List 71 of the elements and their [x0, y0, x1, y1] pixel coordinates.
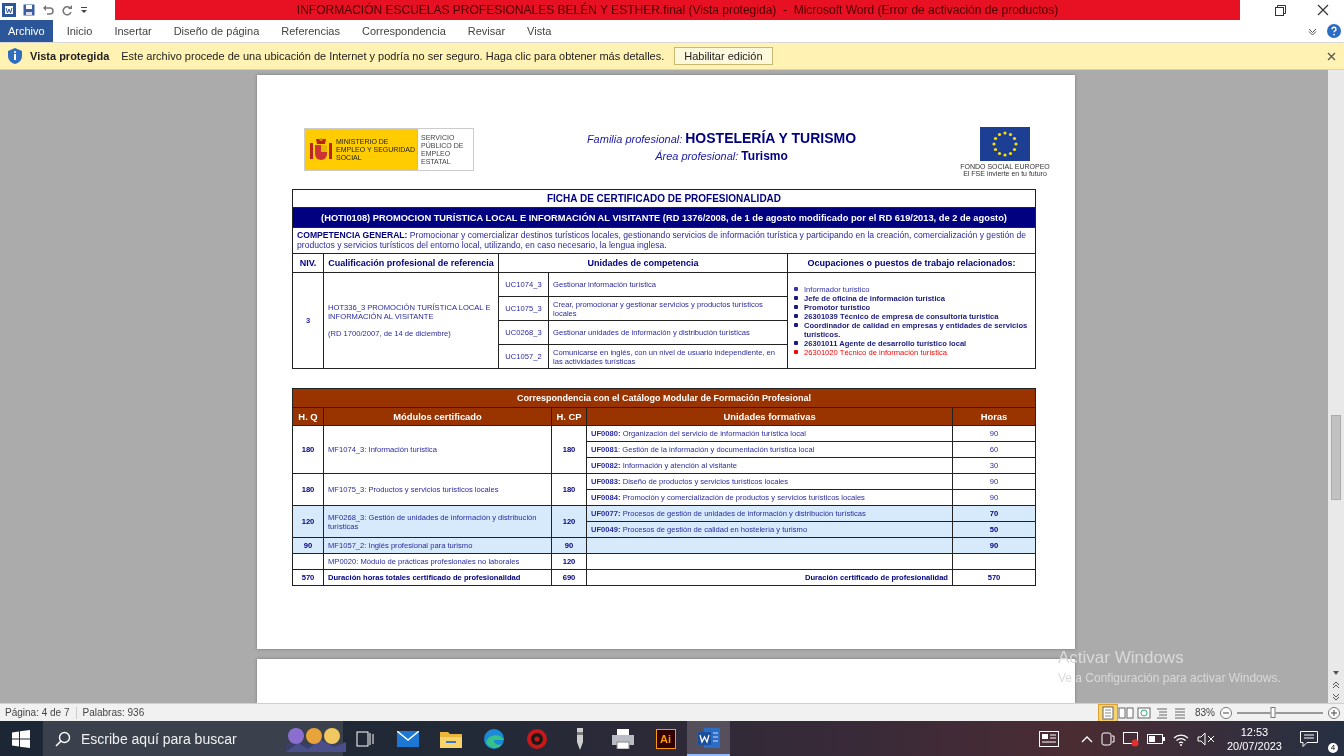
search-field[interactable]: Escribe aquí para buscar [43, 721, 343, 756]
slider-thumb[interactable] [1270, 706, 1276, 718]
scroll-thumb[interactable] [1331, 415, 1341, 500]
caret-icon[interactable] [80, 5, 88, 15]
close-icon[interactable] [1327, 51, 1336, 61]
column-header: Unidades de competencia [498, 253, 788, 273]
monitor-alert-icon[interactable] [1122, 730, 1139, 747]
protected-view-label: Vista protegida [30, 50, 110, 62]
certificate-title: (HOTI0108) PROMOCION TURÍSTICA LOCAL E INFORMACIÓN AL VISITANTE (RD 1376/2008, de 1 de agosto modificado por el RD 619/2013, de 2 de agosto) [292, 207, 1036, 228]
folder-icon[interactable] [439, 729, 462, 748]
column-header: Ocupaciones o puestos de trabajo relacionados: [787, 253, 1036, 273]
ribbon-tab[interactable]: Correspondencia [351, 20, 457, 42]
speaker-muted-icon[interactable] [1196, 731, 1215, 746]
scrollbar[interactable] [1328, 70, 1344, 703]
chevron-icon[interactable] [1308, 27, 1317, 35]
ribbon-tab[interactable]: Insertar [103, 20, 163, 42]
view-icon[interactable] [1117, 704, 1135, 721]
word-count[interactable]: Palabras: 936 [82, 707, 145, 718]
family-name: HOSTELERÍA Y TURISMO [685, 130, 857, 146]
ribbon-tab[interactable]: Referencias [270, 20, 351, 42]
notification-count: 4 [1328, 742, 1338, 753]
flag-icon [980, 127, 1030, 161]
area-label: Área profesional: [655, 150, 739, 162]
ribbon-tab[interactable]: Vista [516, 20, 563, 42]
device-icon[interactable] [1100, 730, 1115, 747]
battery-icon[interactable] [1146, 733, 1165, 744]
column-header: Cualificación profesional de referencia [323, 253, 499, 273]
family-label: Familia profesional: [586, 133, 683, 145]
notification-icon[interactable] [1300, 730, 1318, 747]
ribbon-tab[interactable]: Revisar [456, 20, 517, 42]
browser-icon[interactable] [482, 727, 505, 750]
zoom-out-icon[interactable] [1220, 706, 1232, 719]
enable-editing-button[interactable]: Habilitar edición [674, 47, 773, 65]
ribbon-tab[interactable]: Inicio [55, 20, 104, 42]
chevron-up-icon[interactable] [1080, 734, 1093, 743]
media-icon[interactable] [525, 727, 548, 750]
mail-icon[interactable] [396, 730, 419, 747]
search-highlight-drawing [286, 725, 346, 752]
restore-icon[interactable] [1275, 4, 1286, 16]
page-count[interactable]: Página: 4 de 7 [5, 707, 70, 718]
printer-icon[interactable] [611, 728, 634, 749]
ribbon-tab[interactable]: Archivo [0, 20, 53, 42]
area-name: Turismo [741, 149, 788, 163]
competence-text: COMPETENCIA GENERAL: Promocionar y comercializar destinos turísticos locales, gestionando servicios de información turística y participando en la creación, comercialización y gestión de productos y servicios turísticos del entorno local, utilizando, en caso necesario, la lengua inglesa. [292, 227, 1036, 254]
message-text[interactable]: Este archivo procede de una ubicación de Internet y podría no ser seguro. Haga clic para obtener más detalles. [121, 50, 665, 62]
app-icon[interactable] [2, 3, 16, 17]
help-icon[interactable] [1327, 24, 1341, 38]
ribbon-tab[interactable]: Diseño de página [162, 20, 271, 42]
task-view-icon[interactable] [355, 730, 374, 747]
illustrator-icon[interactable]: Ai [655, 728, 676, 749]
word-icon[interactable] [697, 726, 720, 749]
clock-date[interactable]: 20/07/2023 [1226, 738, 1282, 753]
undo-icon[interactable] [42, 4, 54, 16]
table-heading: FICHA DE CERTIFICADO DE PROFESIONALIDAD [292, 189, 1036, 208]
save-icon[interactable] [23, 4, 35, 16]
table-heading: Correspondencia con el Catálogo Modular de Formación Profesional [292, 388, 1036, 408]
zoom-in-icon[interactable] [1328, 706, 1340, 719]
view-icon[interactable] [1135, 704, 1153, 721]
redo-icon[interactable] [61, 4, 73, 16]
search-placeholder: Escribe aquí para buscar [81, 730, 237, 747]
coat-of-arms-drawing [308, 136, 334, 163]
close-icon[interactable] [1317, 4, 1329, 16]
news-icon[interactable] [1038, 730, 1059, 747]
clock-time[interactable]: 12:53 [1240, 724, 1269, 739]
zoom-level[interactable]: 83% [1195, 707, 1215, 718]
window-title: INFORMACIÓN ESCUELAS PROFESIONALES BELÉN Y ESTHER.final (Vista protegida) - Microsoft Word (Error de activación de productos) [115, 0, 1240, 20]
start-icon[interactable] [12, 729, 30, 748]
search-icon [55, 730, 71, 747]
view-icon[interactable] [1099, 704, 1117, 721]
column-header: NIV. [292, 253, 324, 273]
info-shield-icon [8, 48, 22, 64]
